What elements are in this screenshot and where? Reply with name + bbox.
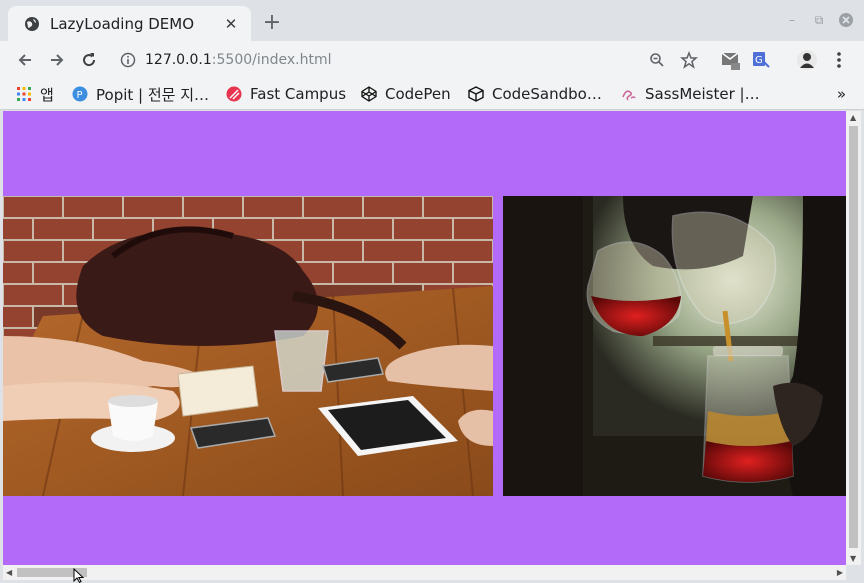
bookmark-star-icon[interactable] [676,47,702,73]
info-icon[interactable] [120,52,136,68]
url-host: 127.0.0.1 [145,52,212,68]
svg-text:P: P [77,90,83,101]
scroll-up-arrow-icon[interactable]: ▲ [850,113,856,122]
apps-grid-icon [17,87,31,101]
tab-title: LazyLoading DEMO [50,14,195,33]
bookmark-label: CodeSandbo… [492,85,602,103]
menu-kebab-icon[interactable] [826,47,852,73]
vertical-scroll-thumb[interactable] [849,126,858,548]
bookmarks-overflow-icon[interactable]: » [837,85,846,103]
toolbar: 127.0.0.1:5500/index.html G [0,41,864,79]
fastcampus-icon [226,86,242,102]
forward-icon[interactable] [44,47,70,73]
bookmark-popit[interactable]: P Popit | 전문 지… [72,83,209,105]
gmail-extension-icon[interactable] [718,47,744,73]
bookmark-label: Fast Campus [250,85,347,103]
horizontal-scrollbar[interactable]: ◀ ▶ [3,565,846,580]
tab-close-icon[interactable]: ✕ [221,14,241,34]
tab-strip: LazyLoading DEMO ✕ + – ⧉ [0,0,864,41]
lazy-image-pouring-tea [503,196,846,496]
scroll-left-arrow-icon[interactable]: ◀ [6,568,12,577]
lazy-image-table-meeting [3,196,493,496]
address-bar[interactable]: 127.0.0.1:5500/index.html [110,45,710,75]
close-window-icon[interactable] [836,10,856,30]
bookmark-codepen[interactable]: CodePen [361,83,451,105]
bookmark-codesandbox[interactable]: CodeSandbo… [468,83,602,105]
bookmark-label: CodePen [385,85,451,103]
page-viewport [3,111,846,565]
bookmark-sassmeister[interactable]: SassMeister |… [621,83,760,105]
bookmark-fastcampus[interactable]: Fast Campus [226,83,346,105]
popit-icon: P [72,86,88,102]
sassmeister-icon [622,90,636,101]
bookmark-apps[interactable]: 앱 [16,83,54,105]
bookmark-label: SassMeister |… [645,85,760,103]
bookmark-label: Popit | 전문 지… [96,85,210,104]
bookmarks-bar: 앱 P Popit | 전문 지… Fast Campus CodePen Co… [0,79,864,110]
globe-icon [25,16,39,31]
mouse-cursor-icon [73,568,85,583]
scroll-down-arrow-icon[interactable]: ▼ [850,554,856,563]
back-icon[interactable] [12,47,38,73]
tab-active[interactable]: LazyLoading DEMO ✕ [8,6,251,41]
zoom-icon[interactable] [644,47,670,73]
bookmark-label: 앱 [40,85,54,104]
minimize-icon[interactable]: – [782,10,802,30]
new-tab-icon[interactable]: + [262,12,282,36]
browser-window: LazyLoading DEMO ✕ + – ⧉ 127.0.0.1:5500/… [0,0,864,583]
scroll-right-arrow-icon[interactable]: ▶ [837,568,843,577]
translate-extension-icon[interactable]: G [748,47,774,73]
url-path: :5500/index.html [211,52,332,68]
restore-icon[interactable]: ⧉ [809,10,829,30]
profile-avatar-icon[interactable] [794,47,820,73]
vertical-scrollbar[interactable]: ▲ ▼ [846,111,861,565]
codepen-icon [361,86,377,102]
reload-icon[interactable] [76,47,102,73]
svg-text:G: G [755,55,763,66]
codesandbox-icon [468,86,484,102]
